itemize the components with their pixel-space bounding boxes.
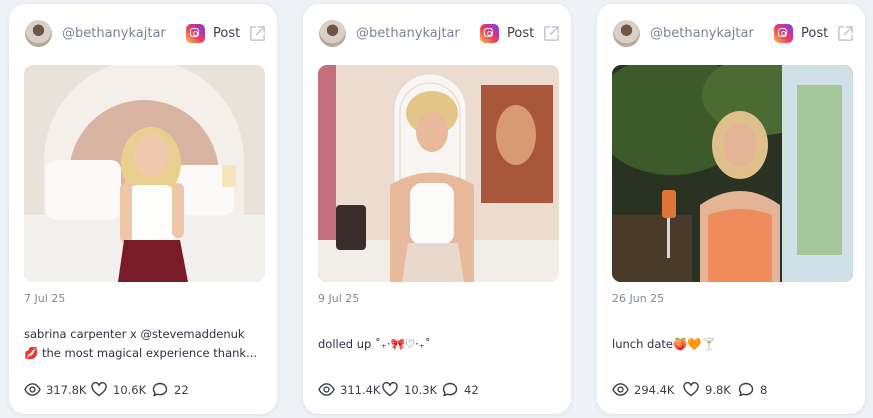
comments-count: 8 [760, 383, 768, 397]
external-link-icon[interactable] [248, 24, 267, 43]
post-date: 26 Jun 25 [612, 292, 665, 305]
post-stats: 317.8K 10.6K 22 [24, 380, 269, 400]
likes-count: 10.6K [113, 383, 147, 397]
post-date: 9 Jul 25 [318, 292, 360, 305]
post-header: @bethanykajtar Post [25, 20, 265, 48]
comment-icon [152, 382, 168, 397]
eye-icon [24, 383, 41, 396]
eye-icon [318, 383, 335, 396]
instagram-icon [186, 24, 205, 43]
instagram-icon [774, 24, 793, 43]
account-handle[interactable]: @bethanykajtar [356, 26, 460, 41]
comments-count: 42 [464, 383, 479, 397]
external-link-icon[interactable] [836, 24, 855, 43]
heart-icon [91, 382, 107, 397]
post-caption-line: 💋 the most magical experience thank... [24, 346, 257, 360]
post-thumbnail[interactable] [612, 65, 853, 282]
comment-icon [442, 382, 458, 397]
account-handle[interactable]: @bethanykajtar [62, 26, 166, 41]
post-type-label: Post [213, 26, 241, 41]
avatar[interactable] [25, 20, 52, 47]
avatar[interactable] [613, 20, 640, 47]
post-card[interactable]: @bethanykajtar Post 7 Jul 25 sabrina car… [9, 4, 277, 414]
post-caption-text: dolled up ˚₊‧🎀♡‧₊˚ [318, 337, 431, 351]
post-stats: 294.4K 9.8K 8 [612, 380, 857, 400]
likes-count: 9.8K [705, 383, 731, 397]
post-caption-text: lunch date🍑🧡🍸 [612, 337, 716, 351]
views-count: 317.8K [46, 383, 87, 397]
eye-icon [612, 383, 629, 396]
views-count: 311.4K [340, 383, 381, 397]
post-caption-text: the most magical experience thank... [38, 346, 258, 360]
instagram-icon [480, 24, 499, 43]
post-thumbnail[interactable] [318, 65, 559, 282]
post-header: @bethanykajtar Post [319, 20, 559, 48]
external-link-icon[interactable] [542, 24, 561, 43]
account-handle[interactable]: @bethanykajtar [650, 26, 754, 41]
post-stats: 311.4K 10.3K 42 [318, 380, 563, 400]
heart-icon [382, 382, 398, 397]
post-header: @bethanykajtar Post [613, 20, 853, 48]
views-count: 294.4K [634, 383, 675, 397]
kiss-emoji: 💋 [24, 346, 39, 360]
post-thumbnail[interactable] [24, 65, 265, 282]
likes-count: 10.3K [404, 383, 438, 397]
avatar[interactable] [319, 20, 346, 47]
comments-count: 22 [174, 383, 189, 397]
post-card[interactable]: @bethanykajtar Post 26 Jun 25 lunch date… [597, 4, 865, 414]
comment-icon [738, 382, 754, 397]
post-caption-line: sabrina carpenter x @stevemaddenuk [24, 327, 245, 341]
post-date: 7 Jul 25 [24, 292, 66, 305]
post-card[interactable]: @bethanykajtar Post 9 Jul 25 dolled up ˚… [303, 4, 571, 414]
post-type-label: Post [507, 26, 535, 41]
heart-icon [683, 382, 699, 397]
post-type-label: Post [801, 26, 829, 41]
